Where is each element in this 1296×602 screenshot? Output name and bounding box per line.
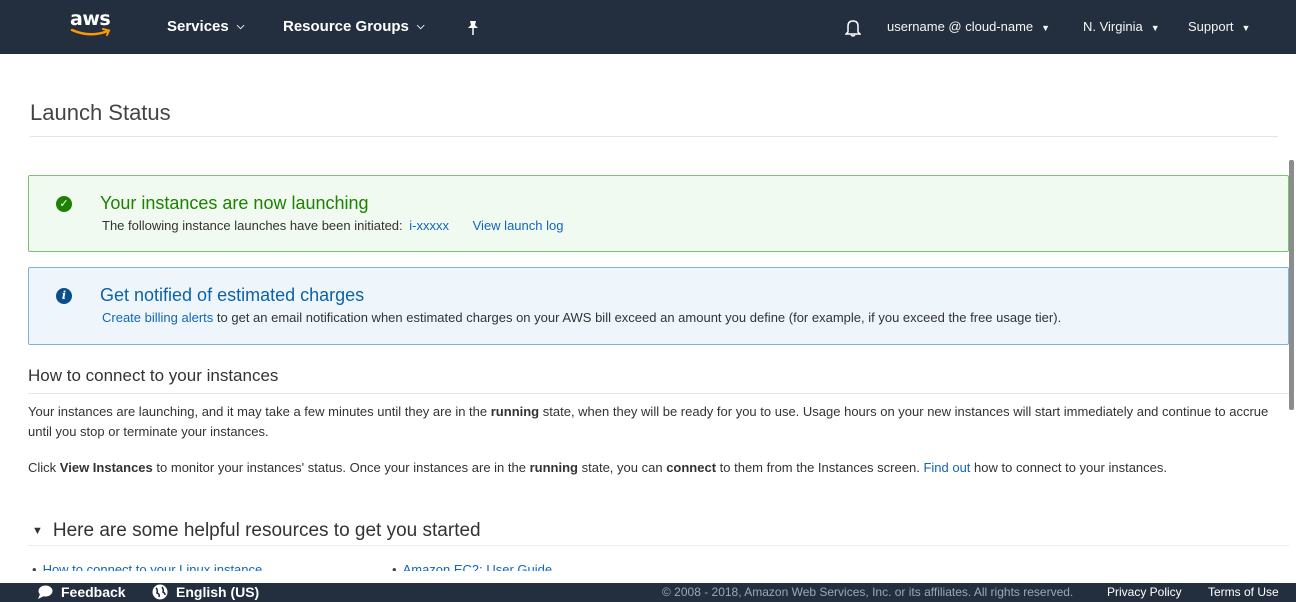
chevron-down-icon: ⌵ (236, 21, 245, 33)
resources-divider (28, 545, 1289, 546)
speech-bubble-icon (38, 585, 53, 599)
triangle-down-icon: ▼ (32, 524, 43, 537)
connect-heading: How to connect to your instances (28, 366, 279, 385)
language-label: English (US) (176, 584, 260, 600)
create-billing-alerts-link[interactable]: Create billing alerts (102, 310, 213, 325)
success-alert-body: The following instance launches have bee… (102, 218, 563, 233)
feedback-label: Feedback (61, 584, 126, 600)
info-alert-body: Create billing alerts to get an email no… (102, 310, 1061, 325)
region-menu[interactable]: N. Virginia ▼ (1083, 0, 1160, 54)
account-label: username @ cloud-name (887, 19, 1034, 34)
title-divider (30, 136, 1278, 137)
success-alert-text: The following instance launches have bee… (102, 218, 403, 233)
p2-text-a: Click (28, 460, 57, 475)
privacy-policy-link[interactable]: Privacy Policy (1107, 583, 1182, 602)
p2-text-c: state, you can (581, 460, 663, 475)
view-launch-log-link[interactable]: View launch log (473, 218, 564, 233)
resource-groups-label: Resource Groups (283, 18, 409, 35)
language-selector[interactable]: English (US) (152, 583, 259, 602)
instance-id-link[interactable]: i-xxxxx (409, 218, 449, 233)
find-out-link[interactable]: Find out (923, 460, 970, 475)
p2-text-b: to monitor your instances' status. Once … (156, 460, 526, 475)
services-label: Services (167, 18, 229, 35)
p2-text-d: to them from the Instances screen. (719, 460, 920, 475)
p2-view-instances: View Instances (59, 460, 153, 475)
notifications-button[interactable] (844, 0, 862, 54)
feedback-button[interactable]: Feedback (37, 583, 126, 602)
caret-down-icon: ▼ (1041, 22, 1051, 33)
launch-success-alert: ✓ Your instances are now launching The f… (28, 175, 1289, 252)
info-alert-title: Get notified of estimated charges (100, 285, 365, 305)
resources-heading: Here are some helpful resources to get y… (52, 520, 481, 541)
info-alert-text: to get an email notification when estima… (216, 310, 1062, 325)
aws-smile-icon (70, 28, 111, 36)
account-menu[interactable]: username @ cloud-name ▼ (887, 0, 1050, 54)
connect-paragraph-1: Your instances are launching, and it may… (28, 402, 1280, 442)
caret-down-icon: ▼ (1241, 22, 1251, 33)
p2-connect: connect (666, 460, 717, 475)
connect-paragraph-2: Click View Instances to monitor your ins… (28, 458, 1280, 478)
terms-of-use-link[interactable]: Terms of Use (1208, 583, 1279, 602)
region-label: N. Virginia (1083, 19, 1143, 34)
vertical-scrollbar[interactable] (1289, 160, 1294, 410)
p2-text-e: how to connect to your instances. (974, 460, 1167, 475)
success-alert-title: Your instances are now launching (100, 193, 369, 213)
aws-logo[interactable]: aws (70, 8, 118, 44)
pin-button[interactable] (466, 0, 480, 54)
section-divider (28, 393, 1289, 394)
pin-icon (468, 21, 478, 36)
footer-bar: Feedback English (US) © 2008 - 2018, Ama… (0, 583, 1296, 602)
copyright-text: © 2008 - 2018, Amazon Web Services, Inc.… (662, 585, 1074, 599)
resources-toggle[interactable]: ▼ Here are some helpful resources to get … (32, 520, 481, 542)
resources-list: How to connect to your Linux instance Am… (32, 562, 1282, 571)
page-title: Launch Status (30, 100, 171, 125)
support-menu[interactable]: Support ▼ (1188, 0, 1250, 54)
p2-running: running (529, 460, 578, 475)
support-label: Support (1188, 19, 1234, 34)
resource-link-linux-connect[interactable]: How to connect to your Linux instance (32, 562, 263, 571)
p1-running: running (490, 404, 540, 419)
bell-icon (844, 20, 862, 38)
top-navigation-bar: aws Services ⌵ Resource Groups ⌵ username … (0, 0, 1296, 54)
billing-info-alert: i Get notified of estimated charges Crea… (28, 267, 1289, 345)
resource-groups-menu[interactable]: Resource Groups ⌵ (283, 0, 424, 54)
aws-logo-text: aws (70, 8, 111, 30)
caret-down-icon: ▼ (1150, 22, 1160, 33)
globe-icon (152, 584, 168, 600)
services-menu[interactable]: Services ⌵ (167, 0, 244, 54)
info-circle-icon: i (56, 288, 72, 304)
check-circle-icon: ✓ (56, 196, 72, 212)
resource-link-ec2-guide[interactable]: Amazon EC2: User Guide (392, 562, 553, 571)
chevron-down-icon: ⌵ (416, 21, 425, 33)
p1-text-a: Your instances are launching, and it may… (28, 404, 488, 419)
